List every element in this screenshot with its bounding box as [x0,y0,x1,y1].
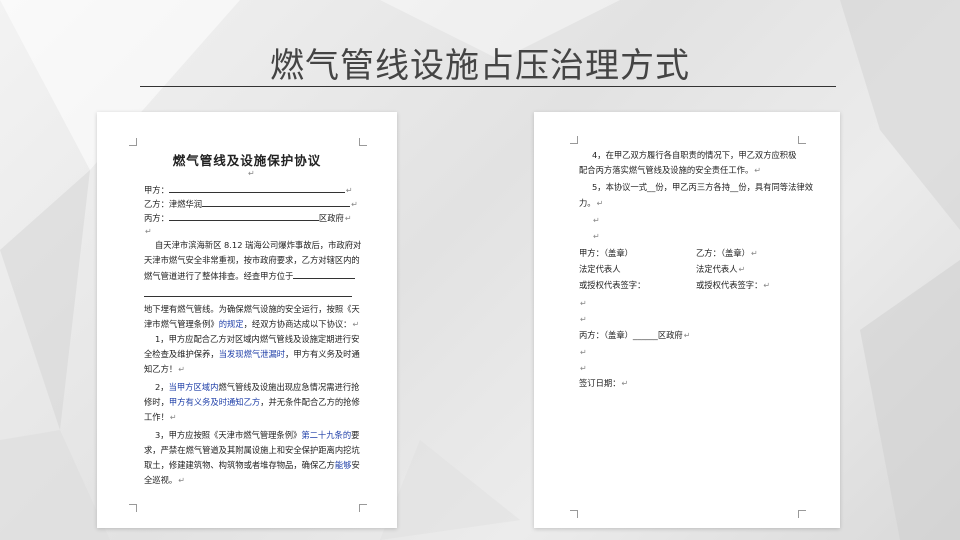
para2-line: 地下埋有燃气管线。为确保燃气设施的安全运行，按照《天 [144,304,360,314]
party-c-line: 丙方： 区政府↵ [144,213,352,223]
para1-text: 燃气管道进行了整体排查。经查甲方位于 [144,271,294,281]
party-c-seal: 丙方：（盖章）______区政府↵ [579,330,691,340]
item3-text: 安 [351,460,360,470]
item1-line: 全检查及维护保养，当发现燃气泄漏时，甲方有义务及时通 [144,349,360,360]
party-b-seal-text: 乙方：（盖章） [696,248,750,258]
item3-text: 全巡视。 [144,475,178,485]
item4-text: 配合丙方落实燃气管线及设施的安全责任工作。 [579,165,754,175]
item3-line: 求，严禁在燃气管道及其附属设施上和安全保护距离内挖坑 [144,445,360,455]
party-c-label: 丙方： [144,213,169,223]
item3-text: 要 [351,430,360,440]
crop-mark [798,510,806,518]
paragraph-mark: ↵ [580,299,587,308]
para1-line: 自天津市滨海新区 8.12 瑞海公司爆炸事故后，市政府对 [155,240,362,250]
item5-line: 5，本协议一式__份，甲乙丙三方各持__份，具有同等法律效 [592,182,813,192]
highlight-text: 当发现燃气泄漏时 [218,349,286,359]
party-c-suffix: 区政府 [318,213,344,223]
item3-text: 取土，修建建筑物、构筑物或者堆存物品，确保乙方 [144,460,335,470]
item2-text: 工作！ [144,412,169,422]
auth-rep-a: 或授权代表签字： [579,280,646,290]
item2-text: 2， [155,382,169,392]
item1-text: ，甲方有义务及时通 [285,349,360,359]
crop-mark [129,138,137,146]
legal-rep-b-text: 法定代表人 [696,264,738,274]
paragraph-mark: ↵ [580,348,587,357]
party-b-line: 乙方：津燃华润 ↵ [144,199,358,209]
agreement-title: 燃气管线及设施保护协议 [172,153,322,168]
crop-mark [359,138,367,146]
item3-text: 3，甲方应按照《天津市燃气管理条例》 [155,430,302,440]
document-page-left: 燃气管线及设施保护协议 ↵ 甲方： ↵ 乙方：津燃华润 ↵ 丙方： 区政府↵ ↵ 自天… [97,112,397,528]
para1-line: 天津市燃气安全非常重视，按市政府要求，乙方对辖区内的 [144,255,360,265]
party-c-seal-text: 丙方：（盖章）______区政府 [579,330,683,340]
item3-line: 取土，修建建筑物、构筑物或者堆存物品，确保乙方能够安 [144,460,360,471]
item1-text: 全检查及维护保养， [144,349,219,359]
item5-line: 力。↵ [579,198,604,208]
crop-mark [570,136,578,144]
party-a-line: 甲方： ↵ [144,185,353,195]
sign-date: 签订日期：↵ [579,378,629,388]
para2-text: ，经双方协商达成以下协议： [243,319,352,329]
regulation-name: 津市燃气管理条例》 [144,319,219,329]
party-b-seal: 乙方：（盖章）↵ [696,248,758,258]
title-divider [140,86,836,87]
item2-line: 修时，甲方有义务及时通知乙方，并无条件配合乙方的抢修 [144,397,360,408]
item2-line: 工作！↵ [144,412,177,422]
item1-text: 知乙方！ [144,364,178,374]
item4-line: 配合丙方落实燃气管线及设施的安全责任工作。↵ [579,165,761,175]
item3-line: 3，甲方应按照《天津市燃气管理条例》第二十九条的要 [155,430,359,441]
paragraph-mark: ↵ [580,315,587,324]
paragraph-mark: ↵ [593,216,600,225]
item5-text: 力。 [579,198,596,208]
item1-line: 知乙方！↵ [144,364,185,374]
highlight-text: 第二十九条的 [301,430,352,440]
paragraph-mark: ↵ [580,364,587,373]
item3-line: 全巡视。↵ [144,475,185,485]
paragraph-mark: ↵ [248,169,255,178]
item2-text: 修时， [144,397,169,407]
document-page-right: 4，在甲乙双方履行各自职责的情况下，甲乙双方应积极 配合丙方落实燃气管线及设施的… [534,112,840,528]
fill-in-rule [144,296,352,297]
para1-line: 燃气管道进行了整体排查。经查甲方位于 [144,270,356,282]
legal-rep-b: 法定代表人↵ [696,264,746,274]
sign-date-label: 签订日期： [579,378,621,388]
crop-mark [359,504,367,512]
highlight-text: 当甲方区域内 [168,382,219,392]
party-a-label: 甲方： [144,185,169,195]
para2-line: 津市燃气管理条例》的规定，经双方协商达成以下协议：↵ [144,319,360,329]
highlight-text: 的规定 [218,319,244,329]
party-b-label: 乙方：津燃华润 [144,199,203,209]
item2-line: 2，当甲方区域内燃气管线及设施出现应急情况需进行抢 [155,382,359,393]
crop-mark [129,504,137,512]
paragraph-mark: ↵ [145,227,152,236]
item2-text: 燃气管线及设施出现应急情况需进行抢 [218,382,360,392]
slide-title: 燃气管线设施占压治理方式 [270,46,690,86]
paragraph-mark: ↵ [593,232,600,241]
item2-text: ，并无条件配合乙方的抢修 [260,397,360,407]
crop-mark [570,510,578,518]
item4-line: 4，在甲乙双方履行各自职责的情况下，甲乙双方应积极 [592,150,797,160]
party-a-seal: 甲方：（盖章） [579,248,633,258]
auth-rep-b-text: 或授权代表签字： [696,280,763,290]
auth-rep-b: 或授权代表签字：↵ [696,280,771,290]
highlight-text: 能够 [334,460,352,470]
legal-rep-a: 法定代表人 [579,264,621,274]
crop-mark [798,136,806,144]
highlight-text: 甲方有义务及时通知乙方 [168,397,261,407]
item1-line: 1，甲方应配合乙方对区域内燃气管线及设施定期进行安 [155,334,360,344]
